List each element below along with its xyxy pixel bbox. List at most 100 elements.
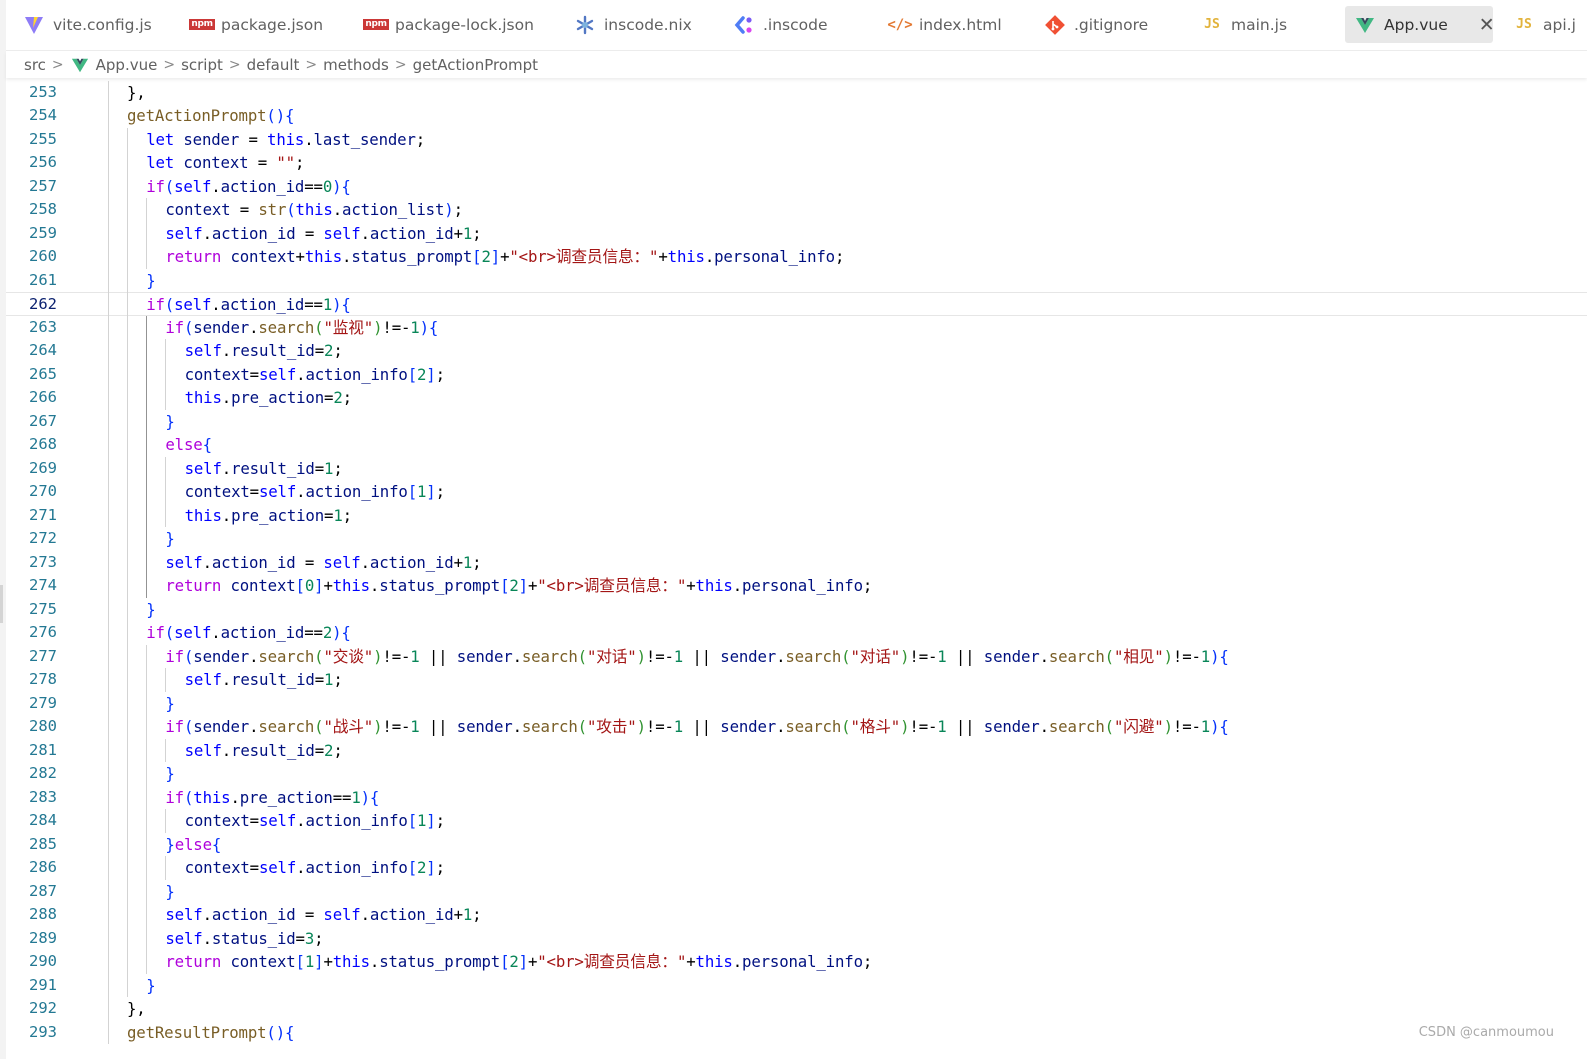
tab-main-js[interactable]: JS main.js bbox=[1192, 6, 1297, 43]
line-number: 292 bbox=[29, 999, 57, 1017]
code-line[interactable]: 266 this.pre_action=2; bbox=[6, 386, 1587, 410]
code-line[interactable]: 291} bbox=[6, 974, 1587, 998]
tab-label: .inscode bbox=[763, 15, 828, 34]
tab-vite-config[interactable]: vite.config.js bbox=[14, 6, 162, 43]
code-line[interactable]: 281 self.result_id=2; bbox=[6, 739, 1587, 763]
code-line[interactable]: 253}, bbox=[6, 81, 1587, 105]
tab-api-js[interactable]: JS api.j bbox=[1504, 6, 1586, 43]
code-line[interactable]: 280 if(sender.search("战斗")!=-1 || sender.… bbox=[6, 715, 1587, 739]
code-line[interactable]: 285}else{ bbox=[6, 833, 1587, 857]
line-number: 261 bbox=[29, 270, 57, 289]
code-line[interactable]: 271 this.pre_action=1; bbox=[6, 504, 1587, 528]
code-text: } bbox=[165, 693, 175, 713]
breadcrumb-item-default[interactable]: default bbox=[247, 56, 300, 74]
inscode-icon bbox=[734, 15, 754, 35]
code-line[interactable]: 263 if(sender.search("监视")!=-1){ bbox=[6, 316, 1587, 340]
tab-package-lock-json[interactable]: npm package-lock.json bbox=[356, 6, 544, 43]
breadcrumb-item-methods[interactable]: methods bbox=[323, 56, 389, 74]
code-line[interactable]: 262 if(self.action_id==1){ bbox=[6, 292, 1587, 316]
code-line[interactable]: 289 self.status_id=3; bbox=[6, 927, 1587, 951]
watermark: CSDN @canmoumou bbox=[1418, 1025, 1554, 1040]
code-line[interactable]: 259 self.action_id = self.action_id+1; bbox=[6, 222, 1587, 246]
breadcrumb-item-script[interactable]: script bbox=[181, 56, 223, 74]
code-text: }, bbox=[127, 999, 146, 1018]
line-number: 290 bbox=[29, 952, 57, 970]
code-line[interactable]: 272} bbox=[6, 527, 1587, 551]
code-line[interactable]: 261} bbox=[6, 269, 1587, 293]
indent-guide bbox=[165, 339, 167, 410]
breadcrumb-label: methods bbox=[323, 55, 389, 74]
code-text: if(self.action_id==0){ bbox=[146, 176, 351, 196]
code-line[interactable]: 279} bbox=[6, 692, 1587, 716]
breadcrumb-item-app-vue[interactable]: App.vue bbox=[70, 55, 157, 75]
code-line[interactable]: 293 getResultPrompt(){ bbox=[6, 1021, 1587, 1045]
tab-package-json[interactable]: npm package.json bbox=[182, 6, 333, 43]
code-editor[interactable]: 253}, 254 getActionPrompt(){255 let sender … bbox=[6, 80, 1587, 1059]
code-line[interactable]: 269 self.result_id=1; bbox=[6, 457, 1587, 481]
code-line[interactable]: 278 self.result_id=1; bbox=[6, 668, 1587, 692]
code-line[interactable]: 265 context=self.action_info[2]; bbox=[6, 363, 1587, 387]
tab-label: .gitignore bbox=[1074, 15, 1149, 34]
code-line[interactable]: 260 return context+this.status_prompt[2]+… bbox=[6, 245, 1587, 269]
code-line[interactable]: 276 if(self.action_id==2){ bbox=[6, 621, 1587, 645]
line-number: 275 bbox=[29, 599, 57, 618]
code-line[interactable]: 267} bbox=[6, 410, 1587, 434]
code-line[interactable]: 264 self.result_id=2; bbox=[6, 339, 1587, 363]
vue-icon bbox=[1355, 15, 1375, 35]
editor-tab-bar: vite.config.js npm package.json npm pack… bbox=[6, 0, 1587, 51]
code-line[interactable]: 254 getActionPrompt(){ bbox=[6, 104, 1587, 128]
breadcrumb-item-src[interactable]: src bbox=[24, 56, 46, 74]
code-text: if(sender.search("监视")!=-1){ bbox=[165, 317, 439, 337]
line-number: 273 bbox=[29, 552, 57, 571]
tab-index-html[interactable]: </> index.html bbox=[880, 6, 1012, 43]
tab-app-vue[interactable]: App.vue ✕ bbox=[1345, 6, 1495, 43]
tab-inscode-nix[interactable]: inscode.nix bbox=[565, 6, 702, 43]
breadcrumb-separator: > bbox=[228, 56, 241, 73]
indent-guide bbox=[146, 198, 148, 269]
line-number: 270 bbox=[29, 482, 57, 500]
code-line[interactable]: 284 context=self.action_info[1]; bbox=[6, 809, 1587, 833]
code-text: let context = ""; bbox=[146, 153, 305, 172]
indent-guide bbox=[146, 315, 148, 598]
code-line[interactable]: 268 else{ bbox=[6, 433, 1587, 457]
line-number: 262 bbox=[29, 295, 57, 313]
line-number: 271 bbox=[29, 505, 57, 524]
breadcrumb-label: script bbox=[181, 55, 223, 74]
tab-inscode[interactable]: .inscode bbox=[724, 6, 838, 43]
code-line[interactable]: 255 let sender = this.last_sender; bbox=[6, 128, 1587, 152]
code-line[interactable]: 282} bbox=[6, 762, 1587, 786]
html-icon: </> bbox=[887, 16, 913, 33]
code-line[interactable]: 277 if(sender.search("交谈")!=-1 || sender.… bbox=[6, 645, 1587, 669]
code-line[interactable]: 274 return context[0]+this.status_prompt[… bbox=[6, 574, 1587, 598]
line-number: 255 bbox=[29, 129, 57, 148]
npm-icon: npm bbox=[363, 19, 389, 30]
code-text: getActionPrompt(){ bbox=[127, 106, 295, 125]
indent-guide bbox=[165, 856, 167, 880]
code-line[interactable]: 286 context=self.action_info[2]; bbox=[6, 856, 1587, 880]
line-number: 260 bbox=[29, 247, 57, 265]
line-number: 265 bbox=[29, 364, 57, 383]
tab-gitignore[interactable]: .gitignore bbox=[1035, 6, 1158, 43]
code-line[interactable]: 257 if(self.action_id==0){ bbox=[6, 175, 1587, 199]
code-line[interactable]: 270 context=self.action_info[1]; bbox=[6, 480, 1587, 504]
code-line[interactable]: 292}, bbox=[6, 997, 1587, 1021]
line-number: 257 bbox=[29, 176, 57, 195]
indent-guide bbox=[107, 80, 109, 1044]
indent-guide bbox=[165, 456, 167, 527]
code-text: this.pre_action=1; bbox=[184, 505, 352, 525]
code-line[interactable]: 290 return context[1]+this.status_prompt[… bbox=[6, 950, 1587, 974]
tab-label: package-lock.json bbox=[395, 15, 534, 34]
indent-guide bbox=[146, 644, 148, 974]
code-line[interactable]: 256 let context = ""; bbox=[6, 151, 1587, 175]
code-line[interactable]: 258 context = str(this.action_list); bbox=[6, 198, 1587, 222]
code-line[interactable]: 275} bbox=[6, 598, 1587, 622]
breadcrumb-item-getactionprompt[interactable]: getActionPrompt bbox=[413, 56, 538, 74]
code-line[interactable]: 288 self.action_id = self.action_id+1; bbox=[6, 903, 1587, 927]
line-number: 286 bbox=[29, 858, 57, 876]
close-icon[interactable]: ✕ bbox=[1479, 14, 1495, 36]
code-text: else{ bbox=[165, 435, 212, 454]
js-icon: JS bbox=[1516, 17, 1532, 32]
code-line[interactable]: 283 if(this.pre_action==1){ bbox=[6, 786, 1587, 810]
code-line[interactable]: 287} bbox=[6, 880, 1587, 904]
code-line[interactable]: 273 self.action_id = self.action_id+1; bbox=[6, 551, 1587, 575]
